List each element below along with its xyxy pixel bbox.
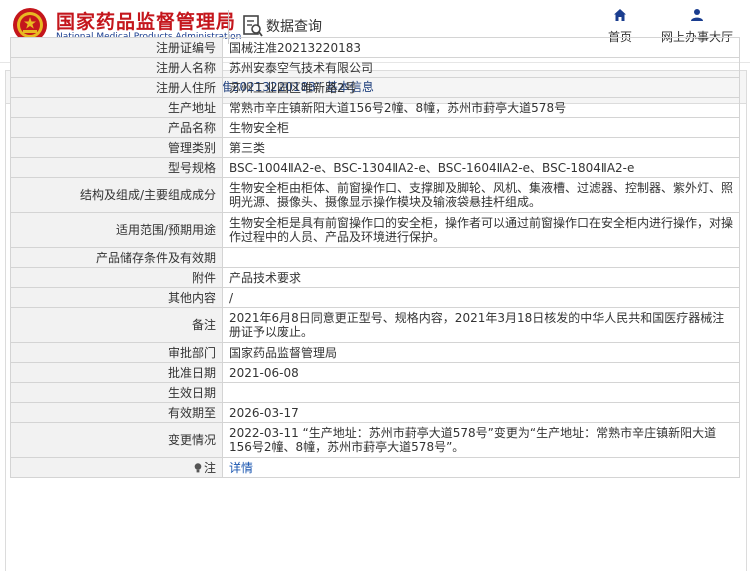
row-value [222, 382, 740, 403]
row-label: 管理类别 [10, 137, 223, 158]
details-link[interactable]: 详情 [229, 461, 253, 475]
table-row: 有效期至 2026-03-17 [10, 402, 740, 423]
row-value: 2026-03-17 [222, 402, 740, 423]
row-label: 型号规格 [10, 157, 223, 178]
row-label: 审批部门 [10, 342, 223, 363]
row-label: 适用范围/预期用途 [10, 212, 223, 248]
table-row: 结构及组成/主要组成成分 生物安全柜由柜体、前窗操作口、支撑脚及脚轮、风机、集液槽… [10, 177, 740, 213]
row-label-note: 注 [10, 457, 223, 478]
row-value: 生物安全柜由柜体、前窗操作口、支撑脚及脚轮、风机、集液槽、过滤器、控制器、紫外灯… [222, 177, 740, 213]
row-label: 注册证编号 [10, 37, 223, 58]
table-row: 适用范围/预期用途 生物安全柜是具有前窗操作口的安全柜，操作者可以通过前窗操作口在… [10, 212, 740, 248]
row-value: 2021年6月8日同意更正型号、规格内容，2021年3月18日核发的中华人民共和… [222, 307, 740, 343]
row-value: 苏州安泰空气技术有限公司 [222, 57, 740, 78]
home-icon [614, 9, 626, 21]
lightbulb-icon [194, 462, 202, 472]
table-row: 注 详情 [10, 457, 740, 478]
row-label: 变更情况 [10, 422, 223, 458]
row-label: 结构及组成/主要组成成分 [10, 177, 223, 213]
row-label: 有效期至 [10, 402, 223, 423]
table-row: 注册人住所 苏州工业园区唯新路2号 [10, 77, 740, 98]
row-label: 产品储存条件及有效期 [10, 247, 223, 268]
table-row: 备注 2021年6月8日同意更正型号、规格内容，2021年3月18日核发的中华人民… [10, 307, 740, 343]
table-row: 其他内容 / [10, 287, 740, 308]
row-value: 苏州工业园区唯新路2号 [222, 77, 740, 98]
row-value: 第三类 [222, 137, 740, 158]
table-row: 产品储存条件及有效期 [10, 247, 740, 268]
row-value: 生物安全柜是具有前窗操作口的安全柜，操作者可以通过前窗操作口在安全柜内进行操作，… [222, 212, 740, 248]
row-label: 其他内容 [10, 287, 223, 308]
table-row: 变更情况 2022-03-11 “生产地址：苏州市葑亭大道578号”变更为“生产地… [10, 422, 740, 458]
table-row: 产品名称 生物安全柜 [10, 117, 740, 138]
row-value: 国家药品监督管理局 [222, 342, 740, 363]
table-row: 审批部门 国家药品监督管理局 [10, 342, 740, 363]
table-row: 生效日期 [10, 382, 740, 403]
data-query-icon [243, 15, 263, 37]
table-row: 附件 产品技术要求 [10, 267, 740, 288]
table-row: 管理类别 第三类 [10, 137, 740, 158]
table-row: 注册人名称 苏州安泰空气技术有限公司 [10, 57, 740, 78]
row-value: 2022-03-11 “生产地址：苏州市葑亭大道578号”变更为“生产地址：常熟… [222, 422, 740, 458]
row-value: / [222, 287, 740, 308]
row-label: 产品名称 [10, 117, 223, 138]
row-label-text: 注 [203, 460, 216, 475]
table-row: 型号规格 BSC-1004ⅡA2-e、BSC-1304ⅡA2-e、BSC-1604… [10, 157, 740, 178]
row-value [222, 247, 740, 268]
row-label: 备注 [10, 307, 223, 343]
query-title: 数据查询 [266, 19, 322, 35]
row-value: 国械注准20213220183 [222, 37, 740, 58]
user-icon [691, 9, 703, 21]
table-row: 注册证编号 国械注准20213220183 [10, 37, 740, 58]
row-value: 常熟市辛庄镇新阳大道156号2幢、8幢，苏州市葑亭大道578号 [222, 97, 740, 118]
row-label: 生产地址 [10, 97, 223, 118]
row-label: 注册人名称 [10, 57, 223, 78]
row-value: 产品技术要求 [222, 267, 740, 288]
row-label: 注册人住所 [10, 77, 223, 98]
row-value: BSC-1004ⅡA2-e、BSC-1304ⅡA2-e、BSC-1604ⅡA2-… [222, 157, 740, 178]
row-value: 生物安全柜 [222, 117, 740, 138]
row-label: 生效日期 [10, 382, 223, 403]
table-row: 批准日期 2021-06-08 [10, 362, 740, 383]
table-row: 生产地址 常熟市辛庄镇新阳大道156号2幢、8幢，苏州市葑亭大道578号 [10, 97, 740, 118]
row-label: 附件 [10, 267, 223, 288]
row-label: 批准日期 [10, 362, 223, 383]
row-value: 详情 [222, 457, 740, 478]
row-value: 2021-06-08 [222, 362, 740, 383]
info-table: 注册证编号 国械注准20213220183 注册人名称 苏州安泰空气技术有限公司 注… [10, 37, 740, 478]
site-name-cn: 国家药品监督管理局 [56, 11, 237, 33]
